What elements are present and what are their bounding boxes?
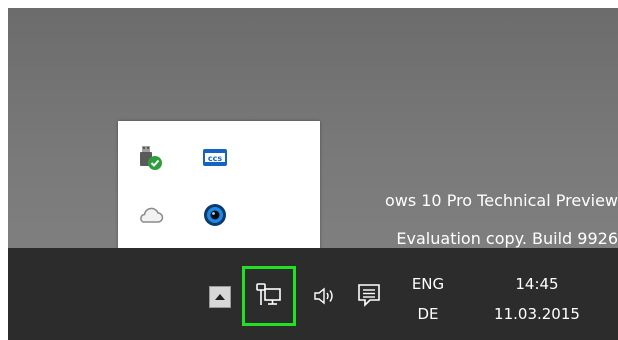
keyboard-layout: DE bbox=[417, 305, 439, 323]
network-icon[interactable] bbox=[255, 281, 283, 309]
clock-time: 14:45 bbox=[515, 275, 559, 293]
language-code: ENG bbox=[411, 275, 445, 293]
clock[interactable]: 14:45 11.03.2015 bbox=[478, 269, 596, 329]
tray-overflow-popup: ccs bbox=[118, 121, 320, 253]
ccs-app-icon[interactable]: ccs bbox=[201, 144, 229, 172]
taskbar: ENG DE 14:45 11.03.2015 bbox=[8, 248, 618, 340]
language-indicator[interactable]: ENG DE bbox=[403, 269, 453, 329]
webcam-icon[interactable] bbox=[201, 201, 229, 229]
svg-text:ccs: ccs bbox=[208, 154, 222, 163]
screenshot-frame: ows 10 Pro Technical Preview Evaluation … bbox=[8, 8, 618, 340]
clock-date: 11.03.2015 bbox=[494, 305, 580, 323]
speaker-icon[interactable] bbox=[313, 285, 335, 307]
watermark-build: Evaluation copy. Build 9926 bbox=[396, 229, 618, 248]
usb-safely-remove-icon[interactable] bbox=[136, 144, 164, 172]
chevron-up-icon bbox=[215, 294, 225, 300]
cloud-icon[interactable] bbox=[136, 201, 164, 229]
show-hidden-icons-button[interactable] bbox=[209, 286, 231, 308]
notification-icon[interactable] bbox=[356, 282, 382, 310]
watermark-edition: ows 10 Pro Technical Preview bbox=[384, 191, 618, 210]
